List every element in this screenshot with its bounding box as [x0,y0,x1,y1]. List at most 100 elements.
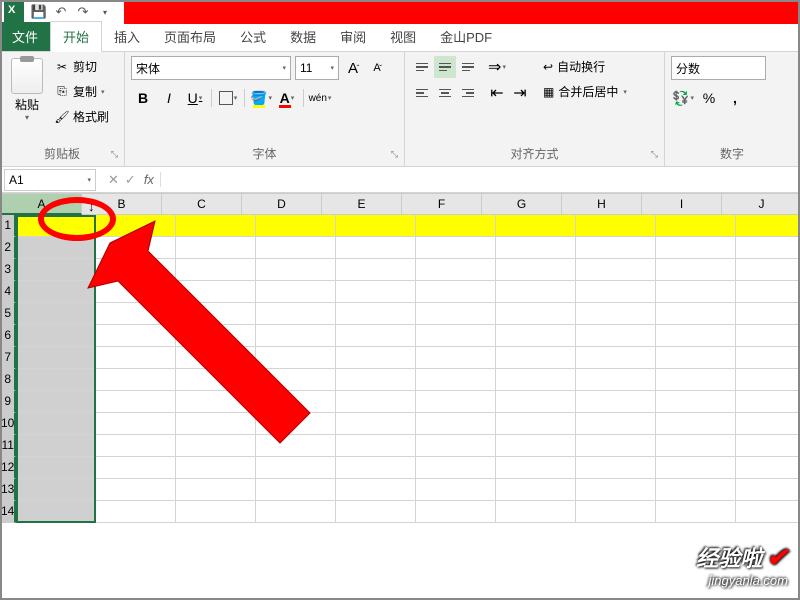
column-header-F[interactable]: F [402,193,482,215]
cell[interactable] [96,501,176,523]
cell[interactable] [96,479,176,501]
tab-data[interactable]: 数据 [278,22,328,51]
italic-button[interactable]: I [157,86,181,110]
cell[interactable] [96,391,176,413]
cell[interactable] [496,259,576,281]
cell[interactable] [736,391,800,413]
cell[interactable] [336,457,416,479]
launcher-icon[interactable]: ⤡ [391,149,398,160]
cell[interactable] [336,501,416,523]
fx-label[interactable]: fx [144,172,161,187]
cell[interactable] [416,413,496,435]
cell[interactable] [656,347,736,369]
cell[interactable] [576,413,656,435]
column-header-E[interactable]: E [322,193,402,215]
cell[interactable] [736,413,800,435]
cell[interactable] [736,435,800,457]
cell[interactable] [416,281,496,303]
cell[interactable] [576,391,656,413]
row-header-14[interactable]: 14 [0,501,16,523]
phonetic-button[interactable]: wén▾ [308,86,332,110]
row-header-4[interactable]: 4 [0,281,16,303]
cell[interactable] [416,369,496,391]
row-header-11[interactable]: 11 [0,435,16,457]
comma-button[interactable]: , [723,86,747,110]
cell[interactable] [96,413,176,435]
cell[interactable] [576,347,656,369]
cell[interactable] [16,501,96,523]
increase-indent-button[interactable]: ⇥ [509,82,531,104]
cells-area[interactable] [16,215,800,523]
cell[interactable] [176,413,256,435]
cell[interactable] [96,369,176,391]
cell[interactable] [496,391,576,413]
cell[interactable] [176,457,256,479]
cell[interactable] [336,237,416,259]
font-family-select[interactable]: 宋体▾ [131,56,291,80]
tab-pdf[interactable]: 金山PDF [428,22,504,51]
cell[interactable] [176,281,256,303]
name-box[interactable]: A1▾ [4,169,96,191]
column-header-G[interactable]: G [482,193,562,215]
cell[interactable] [336,215,416,237]
cell[interactable] [576,479,656,501]
cell[interactable] [656,369,736,391]
cell[interactable] [176,501,256,523]
cell[interactable] [656,479,736,501]
cell[interactable] [736,259,800,281]
cell[interactable] [256,413,336,435]
redo-icon[interactable]: ↷ [74,3,92,21]
accounting-format-button[interactable]: 💱▾ [671,86,695,110]
cell[interactable] [416,325,496,347]
formula-input[interactable] [165,167,800,192]
cell[interactable] [736,215,800,237]
column-header-J[interactable]: J [722,193,800,215]
cell[interactable] [176,325,256,347]
format-painter-button[interactable]: 🖌格式刷 [52,106,111,127]
underline-button[interactable]: U▾ [183,86,207,110]
cell[interactable] [496,325,576,347]
cell[interactable] [576,237,656,259]
cell[interactable] [176,369,256,391]
cell[interactable] [256,325,336,347]
cell[interactable] [656,303,736,325]
cell[interactable] [736,369,800,391]
cell[interactable] [336,369,416,391]
cell[interactable] [256,259,336,281]
cell[interactable] [176,479,256,501]
row-header-1[interactable]: 1 [0,215,16,237]
cell[interactable] [96,457,176,479]
cell[interactable] [576,369,656,391]
cell[interactable] [336,479,416,501]
cell[interactable] [16,325,96,347]
cell[interactable] [736,303,800,325]
column-header-A[interactable]: A [2,193,82,215]
save-icon[interactable]: 💾 [30,3,48,21]
cell[interactable] [256,237,336,259]
cell[interactable] [416,237,496,259]
cell[interactable] [496,369,576,391]
cell[interactable] [336,391,416,413]
qat-dropdown-icon[interactable]: ▾ [96,3,114,21]
cell[interactable] [496,215,576,237]
cell[interactable] [496,457,576,479]
column-header-C[interactable]: C [162,193,242,215]
cell[interactable] [496,479,576,501]
cell[interactable] [96,325,176,347]
tab-home[interactable]: 开始 [50,21,102,52]
cell[interactable] [256,457,336,479]
cell[interactable] [656,259,736,281]
cell[interactable] [656,501,736,523]
increase-font-icon[interactable]: Â [343,57,363,79]
cell[interactable] [656,435,736,457]
tab-file[interactable]: 文件 [0,22,50,51]
undo-icon[interactable]: ↶ [52,3,70,21]
cell[interactable] [16,347,96,369]
cell[interactable] [736,479,800,501]
font-color-button[interactable]: A▾ [275,86,299,110]
cell[interactable] [656,413,736,435]
align-bottom-button[interactable] [457,56,479,78]
cut-button[interactable]: ✂剪切 [52,56,111,77]
cell[interactable] [656,457,736,479]
cell[interactable] [416,259,496,281]
